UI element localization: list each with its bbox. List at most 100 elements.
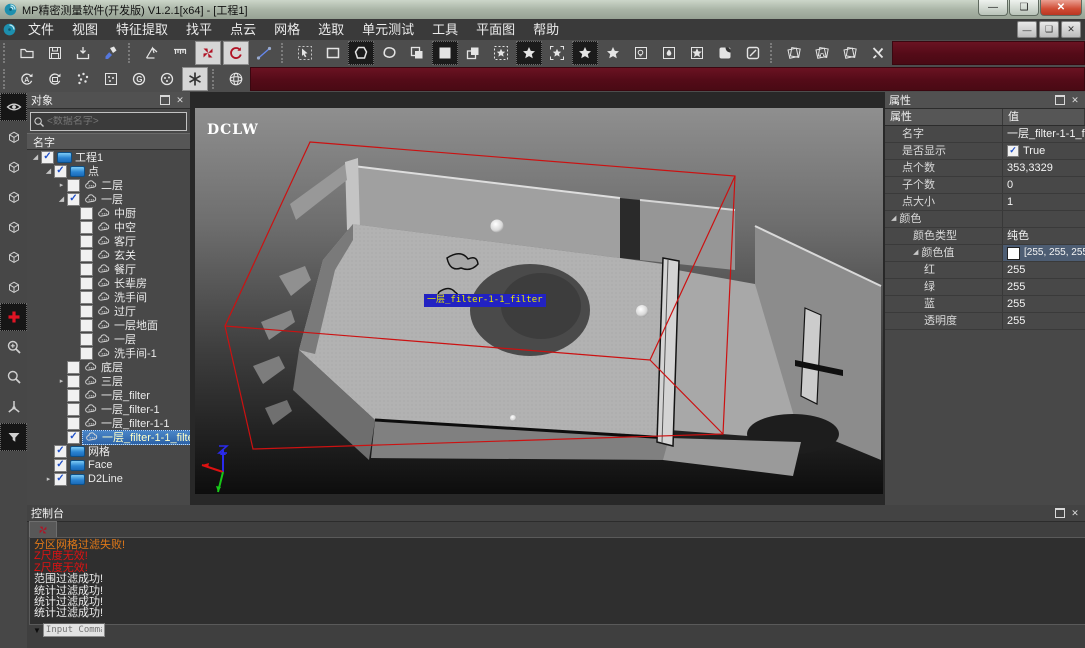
tree-row[interactable]: 底层	[27, 360, 190, 374]
refresh-tool-button[interactable]	[223, 41, 249, 65]
lasso-select-button[interactable]	[376, 41, 402, 65]
visibility-checkbox[interactable]	[80, 235, 93, 248]
viewport-3d-canvas[interactable]: DCLW 一层_filter-1-1_filter	[195, 108, 883, 494]
mdi-close-button[interactable]: ✕	[1061, 21, 1081, 38]
properties-panel-float-button[interactable]	[1054, 95, 1066, 106]
tree-row[interactable]: ✓一层_filter-1-1_filter	[27, 430, 190, 444]
property-value[interactable]: 255	[1003, 262, 1085, 278]
value-checkbox[interactable]: ✓	[1007, 145, 1019, 157]
console-close-button[interactable]: ✕	[1069, 508, 1081, 519]
view-cube-5-button[interactable]	[0, 243, 27, 271]
visibility-checkbox[interactable]	[80, 305, 93, 318]
mdi-minimize-button[interactable]: —	[1017, 21, 1037, 38]
page-slash-tool-button[interactable]	[740, 41, 766, 65]
visibility-checkbox[interactable]	[80, 291, 93, 304]
color-swatch[interactable]	[1007, 247, 1020, 260]
menu-floorplan[interactable]: 平面图	[467, 19, 524, 40]
tree-row[interactable]: 一层	[27, 332, 190, 346]
expand-icon[interactable]: ▸	[43, 475, 54, 483]
view-cube-3-button[interactable]	[0, 183, 27, 211]
console-log[interactable]: 分区网格过滤失败!Z尺度无效!Z尺度无效!范围过滤成功!统计过滤成功!统计过滤成…	[29, 537, 1085, 625]
toolbar-grip[interactable]	[770, 43, 776, 63]
ruler-tool-button[interactable]	[167, 41, 193, 65]
filter-tool-button[interactable]	[0, 423, 27, 451]
select-cursor-button[interactable]	[292, 41, 318, 65]
visibility-checkbox[interactable]: ✓	[67, 193, 80, 206]
menu-view[interactable]: 视图	[63, 19, 107, 40]
visibility-checkbox[interactable]: ✓	[54, 445, 67, 458]
stack-tool-2-button[interactable]	[837, 41, 863, 65]
toolbar-grip[interactable]	[3, 43, 9, 63]
visibility-checkbox[interactable]	[80, 333, 93, 346]
tree-row[interactable]: 长辈房	[27, 276, 190, 290]
stack-delete-tool-button[interactable]	[809, 41, 835, 65]
scatter-points-tool-button[interactable]	[70, 67, 96, 91]
visibility-checkbox[interactable]	[67, 375, 80, 388]
menu-unit-test[interactable]: 单元测试	[353, 19, 423, 40]
menu-leveling[interactable]: 找平	[177, 19, 221, 40]
tree-row[interactable]: ✓网格	[27, 444, 190, 458]
property-value[interactable]: 0	[1003, 177, 1085, 193]
collapse-icon[interactable]: ◢	[891, 211, 896, 227]
visibility-checkbox[interactable]: ✓	[41, 151, 54, 164]
visibility-checkbox[interactable]	[67, 179, 80, 192]
star-select-2-button[interactable]	[572, 41, 598, 65]
menu-tools[interactable]: 工具	[423, 19, 467, 40]
console-float-button[interactable]	[1054, 508, 1066, 519]
star-tool-button[interactable]	[600, 41, 626, 65]
menu-point-cloud[interactable]: 点云	[221, 19, 265, 40]
visibility-toggle-button[interactable]	[0, 93, 27, 121]
restore-button[interactable]: ❑	[1009, 0, 1039, 16]
axis-view-tool-button[interactable]	[0, 393, 27, 421]
visibility-checkbox[interactable]	[80, 347, 93, 360]
level-tool-button[interactable]	[139, 41, 165, 65]
spray-brush-tool-button[interactable]	[98, 41, 124, 65]
open-file-button[interactable]	[14, 41, 40, 65]
close-button[interactable]: ✕	[1040, 0, 1082, 16]
view-cube-1-button[interactable]	[0, 123, 27, 151]
visibility-checkbox[interactable]	[67, 417, 80, 430]
visibility-checkbox[interactable]	[80, 249, 93, 262]
import-data-button[interactable]	[70, 41, 96, 65]
property-value[interactable]: 255	[1003, 313, 1085, 329]
collapse-icon[interactable]: ◢	[43, 167, 54, 175]
delete-cross-tool-button[interactable]	[865, 41, 891, 65]
collapse-icon[interactable]: ◢	[30, 153, 41, 161]
star-region-tool-button[interactable]	[684, 41, 710, 65]
view-cube-2-button[interactable]	[0, 153, 27, 181]
rect-select-button[interactable]	[320, 41, 346, 65]
expand-icon[interactable]: ▸	[56, 377, 67, 385]
circle-dots-tool-button[interactable]	[154, 67, 180, 91]
drop-region-tool-button[interactable]	[656, 41, 682, 65]
visibility-checkbox[interactable]	[67, 361, 80, 374]
command-dropdown-icon[interactable]: ▼	[33, 626, 41, 635]
tree-row[interactable]: ✓Face	[27, 458, 190, 472]
expand-icon[interactable]: ▸	[56, 181, 67, 189]
tree-row[interactable]: ▸✓D2Line	[27, 472, 190, 486]
view-cube-4-button[interactable]	[0, 213, 27, 241]
object-panel-float-button[interactable]	[159, 95, 171, 106]
bulb-region-tool-button[interactable]	[628, 41, 654, 65]
tree-row[interactable]: 一层_filter-1-1	[27, 416, 190, 430]
scatter-box-tool-button[interactable]	[98, 67, 124, 91]
pinwheel-tool-button[interactable]	[195, 41, 221, 65]
tree-row[interactable]: 过厅	[27, 304, 190, 318]
star-select-dashed-button[interactable]	[488, 41, 514, 65]
tree-row[interactable]: 一层地面	[27, 318, 190, 332]
star-select-button[interactable]	[516, 41, 542, 65]
properties-panel-close-button[interactable]: ✕	[1069, 95, 1081, 106]
copy-selection-button[interactable]	[404, 41, 430, 65]
command-input[interactable]	[43, 623, 105, 637]
property-value[interactable]: 1	[1003, 194, 1085, 210]
tree-row[interactable]: 餐厅	[27, 262, 190, 276]
property-value[interactable]: 一层_filter-1-1_filter	[1003, 126, 1085, 142]
tree-row[interactable]: ▸三层	[27, 374, 190, 388]
visibility-checkbox[interactable]: ✓	[54, 459, 67, 472]
menu-mesh[interactable]: 网格	[265, 19, 309, 40]
asterisk-tool-button[interactable]	[182, 67, 208, 91]
tree-row[interactable]: 洗手间-1	[27, 346, 190, 360]
menu-file[interactable]: 文件	[19, 19, 63, 40]
tree-row[interactable]: 中厨	[27, 206, 190, 220]
menu-feature-extract[interactable]: 特征提取	[107, 19, 177, 40]
g-circle-tool-button[interactable]: G	[126, 67, 152, 91]
